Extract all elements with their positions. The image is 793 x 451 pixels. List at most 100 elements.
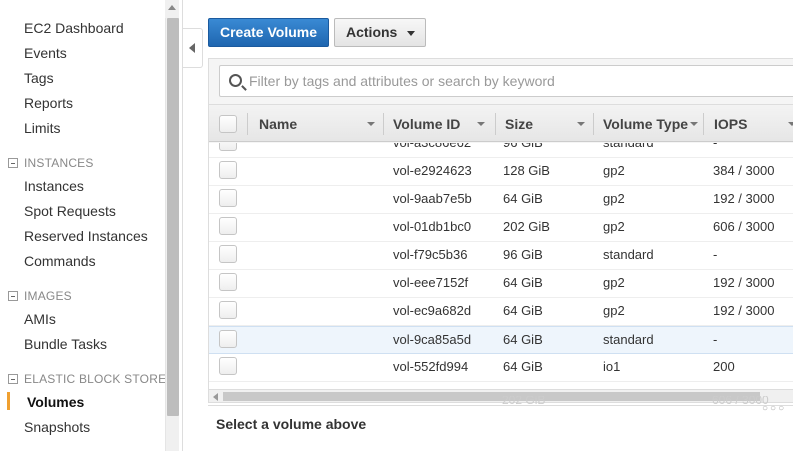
row-checkbox[interactable] bbox=[219, 357, 237, 375]
select-all-checkbox[interactable] bbox=[219, 115, 237, 133]
cell-volume-id: vol-9ca85a5d bbox=[393, 332, 472, 347]
sidebar-item-bundle-tasks[interactable]: Bundle Tasks bbox=[24, 336, 107, 352]
column-header-label: Volume Type bbox=[603, 116, 689, 132]
create-volume-button[interactable]: Create Volume bbox=[208, 18, 329, 47]
sort-caret-icon[interactable] bbox=[788, 122, 793, 126]
cell-size: 64 GiB bbox=[503, 275, 543, 290]
column-header-name[interactable]: Name bbox=[259, 105, 381, 143]
cell-iops: - bbox=[713, 143, 717, 156]
sidebar-section-title: IMAGES bbox=[24, 289, 72, 303]
collapse-section-icon[interactable] bbox=[8, 374, 18, 384]
chevron-down-icon bbox=[407, 31, 415, 36]
table-row[interactable]: vol-e2924623 128 GiB gp2 384 / 3000 bbox=[209, 158, 793, 186]
search-input[interactable] bbox=[249, 70, 779, 92]
cell-volume-id: vol-e2924623 bbox=[393, 163, 472, 178]
column-header-volume-type[interactable]: Volume Type bbox=[603, 105, 703, 143]
sidebar-item-instances[interactable]: Instances bbox=[24, 178, 84, 194]
sidebar-item-limits[interactable]: Limits bbox=[24, 120, 61, 136]
table-row[interactable]: vol-552fd994 64 GiB io1 200 bbox=[209, 354, 793, 382]
sort-caret-icon[interactable] bbox=[367, 122, 375, 126]
sidebar-section-title: INSTANCES bbox=[24, 156, 94, 170]
table-row[interactable]: vol-a3c86e62 96 GiB standard - bbox=[209, 143, 793, 158]
cell-iops: 606 / 3000 bbox=[713, 219, 775, 234]
table-row[interactable]: vol-01db1bc0 202 GiB gp2 606 / 3000 bbox=[209, 214, 793, 242]
collapse-section-icon[interactable] bbox=[8, 158, 18, 168]
cell-iops: 192 / 3000 bbox=[713, 191, 775, 206]
column-header-size[interactable]: Size bbox=[505, 105, 591, 143]
collapse-sidebar-button[interactable] bbox=[183, 28, 203, 68]
sidebar-scrollbar-thumb[interactable] bbox=[167, 18, 179, 416]
collapse-section-icon[interactable] bbox=[8, 291, 18, 301]
scroll-up-arrow-icon[interactable] bbox=[165, 0, 179, 18]
sidebar-item-tags[interactable]: Tags bbox=[24, 70, 54, 86]
sidebar-item-reserved-instances[interactable]: Reserved Instances bbox=[24, 228, 148, 244]
table-row[interactable]: vol-ec9a682d 64 GiB gp2 192 / 3000 bbox=[209, 298, 793, 326]
sidebar: EC2 Dashboard Events Tags Reports Limits… bbox=[0, 0, 183, 451]
table-header: Name Volume ID Size Volume Type IOPS bbox=[209, 104, 793, 142]
cell-iops: 384 / 3000 bbox=[713, 163, 775, 178]
cell-volume-id: vol-ec9a682d bbox=[393, 303, 472, 318]
sidebar-section-elastic-block-store[interactable]: ELASTIC BLOCK STORE bbox=[8, 372, 166, 386]
cell-volume-type: gp2 bbox=[603, 163, 625, 178]
search-icon bbox=[229, 74, 242, 87]
column-header-label: Volume ID bbox=[393, 116, 461, 132]
column-header-label: Name bbox=[259, 116, 298, 132]
sort-caret-icon[interactable] bbox=[690, 122, 698, 126]
cell-size: 128 GiB bbox=[503, 163, 550, 178]
resize-handle-icon[interactable]: ○○○ bbox=[762, 403, 786, 414]
cell-volume-type: gp2 bbox=[603, 275, 625, 290]
row-checkbox[interactable] bbox=[219, 189, 237, 207]
sidebar-item-ec2-dashboard[interactable]: EC2 Dashboard bbox=[24, 20, 124, 36]
column-header-volume-id[interactable]: Volume ID bbox=[393, 105, 493, 143]
search-bar[interactable] bbox=[219, 65, 793, 97]
sort-caret-icon[interactable] bbox=[577, 122, 585, 126]
cell-volume-type: gp2 bbox=[603, 219, 625, 234]
row-checkbox[interactable] bbox=[219, 161, 237, 179]
sidebar-item-amis[interactable]: AMIs bbox=[24, 311, 56, 327]
column-header-label: Size bbox=[505, 116, 534, 132]
table-row[interactable]: vol-9aab7e5b 64 GiB gp2 192 / 3000 bbox=[209, 186, 793, 214]
table-row[interactable]: vol-eee7152f 64 GiB gp2 192 / 3000 bbox=[209, 270, 793, 298]
sidebar-section-instances[interactable]: INSTANCES bbox=[8, 156, 94, 170]
cell-volume-id: vol-f79c5b36 bbox=[393, 247, 468, 262]
row-checkbox[interactable] bbox=[219, 330, 237, 348]
cell-iops: - bbox=[713, 247, 718, 262]
cell-volume-type: standard bbox=[603, 332, 654, 347]
cell-size: 64 GiB bbox=[503, 359, 543, 374]
cell-size: 64 GiB bbox=[503, 332, 543, 347]
sidebar-item-events[interactable]: Events bbox=[24, 45, 67, 61]
volumes-panel: Name Volume ID Size Volume Type IOPS vol… bbox=[208, 58, 793, 403]
sidebar-item-volumes[interactable]: Volumes bbox=[27, 394, 84, 410]
cell-iops: 200 bbox=[713, 359, 735, 374]
sidebar-item-commands[interactable]: Commands bbox=[24, 253, 96, 269]
cell-volume-type: io1 bbox=[603, 359, 621, 374]
sidebar-item-spot-requests[interactable]: Spot Requests bbox=[24, 203, 116, 219]
cell-iops: 192 / 3000 bbox=[713, 275, 775, 290]
detail-pane-message: Select a volume above bbox=[216, 416, 367, 432]
row-checkbox[interactable] bbox=[219, 245, 237, 263]
column-divider bbox=[593, 113, 594, 135]
sidebar-item-reports[interactable]: Reports bbox=[24, 95, 73, 111]
column-divider bbox=[247, 113, 248, 135]
cell-volume-id: vol-a3c86e62 bbox=[393, 143, 471, 156]
cell-size: 96 GiB bbox=[503, 143, 543, 156]
cell-volume-type: gp2 bbox=[603, 303, 625, 318]
actions-dropdown-button[interactable]: Actions bbox=[334, 18, 426, 47]
cell-size: 202 GiB bbox=[503, 219, 550, 234]
column-divider bbox=[703, 113, 704, 135]
row-checkbox[interactable] bbox=[219, 217, 237, 235]
actions-label: Actions bbox=[346, 24, 398, 40]
sort-caret-icon[interactable] bbox=[477, 122, 485, 126]
row-checkbox[interactable] bbox=[219, 143, 237, 151]
sidebar-scrollbar[interactable] bbox=[165, 18, 179, 451]
sidebar-item-snapshots[interactable]: Snapshots bbox=[24, 419, 90, 435]
column-header-iops[interactable]: IOPS bbox=[714, 105, 793, 143]
cell-volume-type: standard bbox=[603, 143, 654, 156]
table-row-highlighted[interactable]: vol-9ca85a5d 64 GiB standard - bbox=[209, 326, 793, 354]
panel-divider[interactable] bbox=[208, 405, 793, 406]
table-row[interactable]: vol-f79c5b36 96 GiB standard - bbox=[209, 242, 793, 270]
cell-volume-type: gp2 bbox=[603, 191, 625, 206]
row-checkbox[interactable] bbox=[219, 273, 237, 291]
row-checkbox[interactable] bbox=[219, 301, 237, 319]
sidebar-section-images[interactable]: IMAGES bbox=[8, 289, 72, 303]
